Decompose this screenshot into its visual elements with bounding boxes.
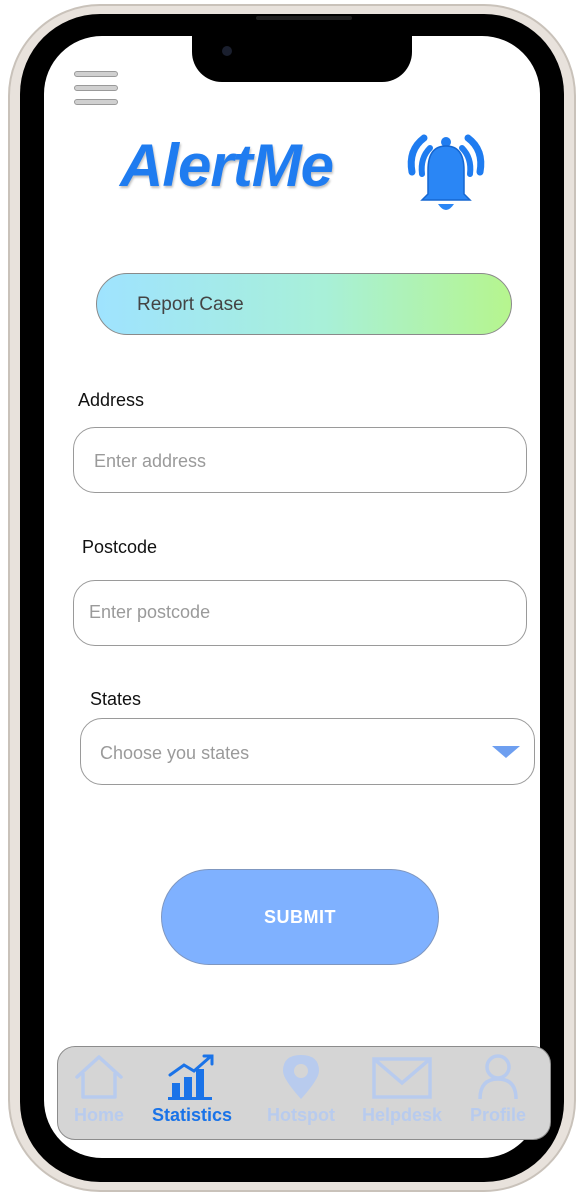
bottom-tab-bar: Home Statistics Hotspot Helpdesk Profile	[57, 1046, 551, 1140]
statistics-icon	[168, 1054, 214, 1100]
mail-icon	[372, 1057, 432, 1099]
tab-home-label: Home	[73, 1105, 124, 1125]
hamburger-menu-icon[interactable]	[74, 71, 118, 107]
postcode-input[interactable]: Enter postcode	[73, 580, 527, 646]
tab-statistics-label: Statistics	[151, 1105, 233, 1125]
menu-bar	[74, 85, 118, 91]
camera-icon	[222, 46, 232, 56]
menu-bar	[74, 71, 118, 77]
submit-button[interactable]: SUBMIT	[161, 869, 439, 965]
submit-label: SUBMIT	[264, 906, 336, 927]
phone-speaker	[256, 16, 352, 20]
chevron-down-icon[interactable]	[492, 746, 520, 758]
address-placeholder: Enter address	[94, 451, 207, 471]
profile-icon	[478, 1054, 518, 1100]
postcode-label: Postcode	[82, 537, 158, 557]
states-placeholder: Choose you states	[100, 743, 250, 763]
tab-helpdesk-label: Helpdesk	[361, 1105, 443, 1125]
tab-hotspot-label: Hotspot	[267, 1105, 335, 1125]
menu-bar	[74, 99, 118, 105]
states-select[interactable]: Choose you states	[80, 718, 535, 785]
tab-profile[interactable]: Profile	[460, 1053, 536, 1126]
home-icon	[75, 1055, 123, 1099]
bell-alert-icon	[407, 134, 485, 210]
tab-home[interactable]: Home	[62, 1053, 136, 1126]
tab-hotspot[interactable]: Hotspot	[256, 1053, 346, 1126]
tab-statistics[interactable]: Statistics	[140, 1053, 244, 1126]
address-label: Address	[78, 390, 145, 410]
states-label: States	[90, 689, 142, 709]
app-logo-text: AlertMe	[120, 132, 334, 199]
postcode-placeholder: Enter postcode	[89, 602, 211, 622]
address-input[interactable]: Enter address	[73, 427, 527, 493]
tab-profile-label: Profile	[469, 1105, 526, 1125]
report-case-label: Report Case	[137, 294, 244, 315]
tab-helpdesk[interactable]: Helpdesk	[352, 1053, 452, 1126]
report-case-banner[interactable]: Report Case	[96, 273, 512, 335]
location-pin-icon	[283, 1055, 319, 1099]
